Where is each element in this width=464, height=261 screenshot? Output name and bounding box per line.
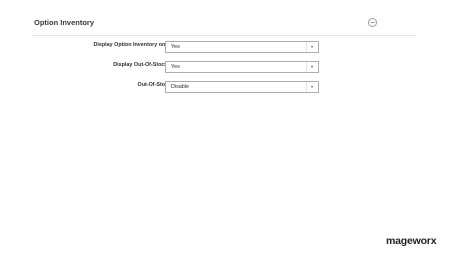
select-arrow-box xyxy=(306,82,318,92)
chevron-down-icon xyxy=(311,66,313,68)
select-value: Disable xyxy=(171,84,189,90)
collapse-icon[interactable] xyxy=(368,18,377,27)
select-arrow-box xyxy=(306,62,318,72)
select-arrow-box xyxy=(306,42,318,52)
select-value: Yes xyxy=(171,64,180,70)
out-of-stock-message-select[interactable]: Yes xyxy=(165,61,319,73)
option-inventory-section: Option Inventory Display Option Inventor… xyxy=(31,12,417,138)
display-inventory-select[interactable]: Yes xyxy=(165,41,319,53)
chevron-down-icon xyxy=(311,86,313,88)
mageworx-logo: mageworx xyxy=(386,235,437,247)
select-value: Yes xyxy=(171,44,180,50)
field-row-out-of-stock-message: Display Out-Of-Stock message [store view… xyxy=(31,61,417,76)
section-title[interactable]: Option Inventory xyxy=(34,18,94,27)
field-row-out-of-stock-options: Out-Of-Stock options [store view] Disabl… xyxy=(31,81,417,96)
section-divider xyxy=(31,35,417,36)
field-row-display-inventory: Display Option Inventory on Front-end [s… xyxy=(31,41,417,56)
out-of-stock-options-select[interactable]: Disable xyxy=(165,81,319,93)
chevron-down-icon xyxy=(311,46,313,48)
